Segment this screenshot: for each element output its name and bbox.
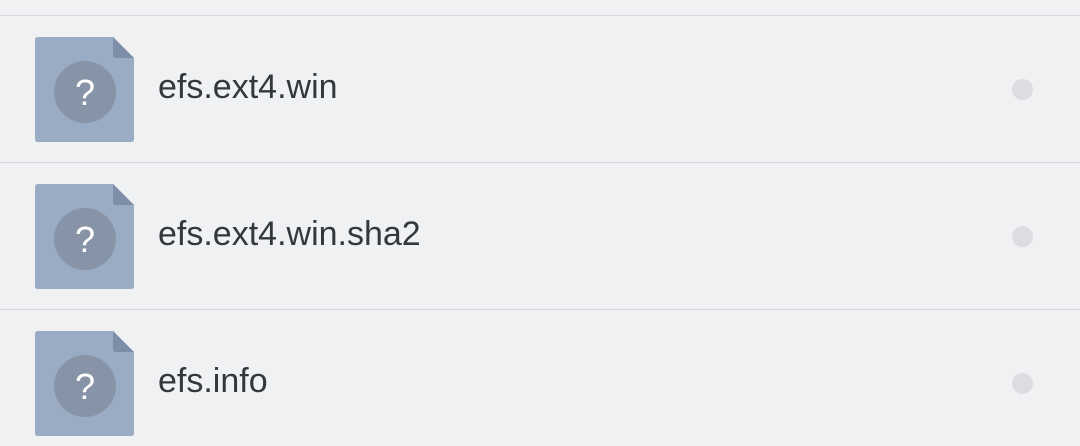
file-row[interactable]: ? efs.ext4.win.sha2 (0, 163, 1080, 309)
file-row[interactable]: ? efs.info (0, 310, 1080, 446)
unknown-file-icon: ? (35, 37, 134, 142)
file-name: efs.ext4.win (158, 68, 338, 106)
unknown-file-icon: ? (35, 331, 134, 436)
question-mark-icon: ? (75, 219, 95, 260)
select-radio[interactable] (1012, 79, 1033, 100)
question-mark-icon: ? (75, 366, 95, 407)
unknown-file-icon: ? (35, 184, 134, 289)
file-row[interactable]: ? efs.ext4.win (0, 16, 1080, 162)
file-name: efs.info (158, 362, 268, 400)
question-mark-icon: ? (75, 72, 95, 113)
file-name: efs.ext4.win.sha2 (158, 215, 421, 253)
file-list: ? efs.ext4.win ? efs.ext4.win.sha2 ? efs… (0, 0, 1080, 446)
select-radio[interactable] (1012, 226, 1033, 247)
select-radio[interactable] (1012, 373, 1033, 394)
